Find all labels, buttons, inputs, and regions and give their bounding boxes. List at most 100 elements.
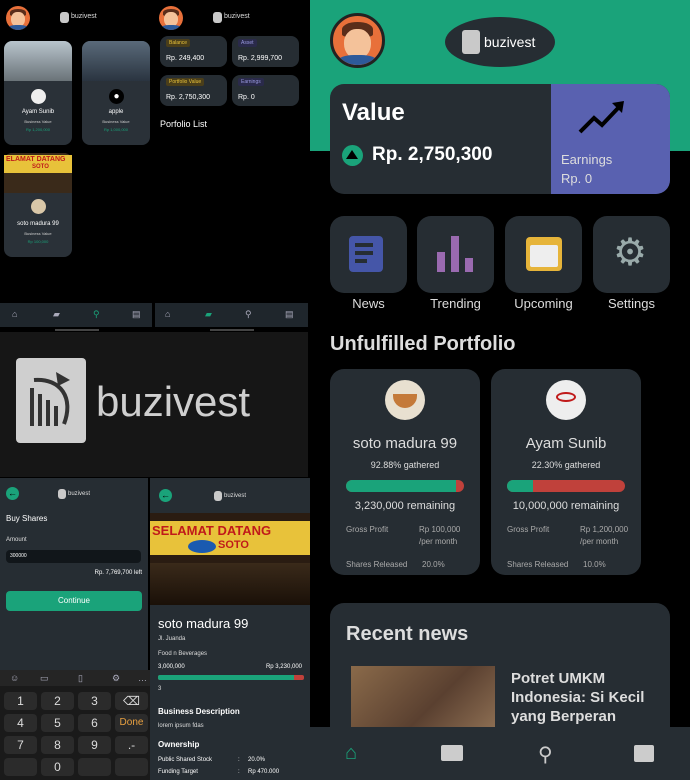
tile-value: Rp. 2,999,700 [238, 55, 282, 62]
menu-upcoming[interactable] [505, 216, 582, 293]
portfolio-card-ayam-sunib[interactable]: Ayam Sunib 22.30% gathered 10,000,000 re… [491, 369, 641, 575]
gross-profit-value: Rp 100,000 [419, 525, 461, 534]
business-value: Rp 1,200,000 [25, 127, 51, 132]
home-icon[interactable]: ⌂ [12, 309, 17, 319]
keyboard-key[interactable]: 4 [4, 714, 37, 732]
business-category: Food n Beverages [158, 651, 208, 657]
business-card-soto-madura[interactable]: ELAMAT DATANG SOTO soto madura 99 Busine… [4, 153, 72, 257]
keyboard-key[interactable]: 9 [78, 736, 111, 754]
clipboard-icon[interactable]: ▯ [78, 673, 83, 684]
keyboard-key[interactable]: 3 [78, 692, 111, 710]
description-text: lorem ipsum fdas [158, 723, 204, 729]
search-icon[interactable]: ⚲ [93, 309, 100, 320]
bottom-nav-small-2: ⌂ ▰ ⚲ ▤ [155, 303, 308, 331]
menu-label: Trending [430, 296, 481, 311]
sign-text: SELAMAT DATANG [152, 523, 272, 538]
menu-news[interactable] [330, 216, 407, 293]
more-icon[interactable]: … [138, 673, 147, 683]
value-title: Value [342, 99, 405, 126]
chat-icon[interactable] [634, 745, 654, 762]
earnings-label: Earnings [561, 152, 613, 167]
business-value: Rp 100,000 [27, 239, 49, 244]
value-amount: Rp. 2,750,300 [372, 144, 493, 165]
keyboard-key[interactable]: 2 [41, 692, 74, 710]
chat-icon[interactable]: ▤ [132, 309, 141, 320]
balance-tile: Balance Rp. 249,400 [160, 36, 227, 67]
keyboard-key[interactable]: 0 [41, 758, 74, 776]
tile-value: Rp. 2,750,300 [166, 94, 210, 101]
keyboard-key[interactable]: 1 [4, 692, 37, 710]
trending-up-icon [578, 101, 624, 134]
keyboard-key[interactable] [78, 758, 111, 776]
brand-logo-icon [58, 489, 66, 499]
business-logo [546, 380, 586, 420]
keyboard-key[interactable]: 5 [41, 714, 74, 732]
news-icon [349, 236, 383, 272]
shares-released-value: 20.0% [422, 560, 445, 569]
keyboard-key[interactable]: 6 [78, 714, 111, 732]
news-nav-icon[interactable] [441, 745, 463, 761]
menu-label: News [352, 296, 385, 311]
search-icon[interactable]: ⚲ [538, 742, 553, 767]
business-photo: ELAMAT DATANG SOTO [4, 153, 72, 193]
description-title: Business Description [158, 707, 240, 716]
keyboard-key[interactable]: 7 [4, 736, 37, 754]
chat-icon[interactable]: ▤ [285, 309, 294, 320]
portfolio-gathered: 92.88% gathered [370, 460, 440, 470]
brand-name: buzivest [68, 491, 91, 497]
news-icon[interactable]: ▰ [205, 309, 212, 320]
keyboard-key[interactable]: 8 [41, 736, 74, 754]
amount-input[interactable]: 300000 [6, 550, 141, 563]
settings-icon[interactable]: ⚙ [112, 673, 120, 684]
done-key[interactable]: Done [115, 714, 148, 732]
back-arrow-icon[interactable]: ← [6, 487, 19, 500]
business-name: soto madura 99 [158, 616, 249, 631]
earnings-panel[interactable]: Earnings Rp. 0 [551, 84, 670, 194]
keyboard-key[interactable] [115, 758, 148, 776]
avatar[interactable] [159, 6, 183, 30]
business-photo: SELAMAT DATANG SOTO [150, 513, 310, 605]
news-icon[interactable]: ▰ [53, 309, 60, 320]
news-headline[interactable]: Potret UMKM Indonesia: Si Kecil yang Ber… [511, 669, 661, 726]
sign-text: ELAMAT DATANG [6, 156, 66, 163]
portfolio-screen-small: buzivest Balance Rp. 249,400 Asset Rp. 2… [155, 0, 308, 300]
gross-profit-label: Gross Profit [507, 525, 550, 534]
avatar[interactable] [330, 13, 385, 68]
business-value-label: Business Value [24, 119, 52, 124]
home-icon[interactable]: ⌂ [165, 309, 170, 319]
portfolio-gathered: 22.30% gathered [531, 460, 601, 470]
gross-profit-period: /per month [419, 537, 458, 546]
back-arrow-icon[interactable]: ← [159, 489, 172, 502]
keyboard-key[interactable] [4, 758, 37, 776]
business-name: apple [108, 109, 124, 115]
continue-button[interactable]: Continue [6, 591, 142, 611]
shares-released-label: Shares Released [507, 560, 569, 569]
business-card-apple[interactable]: ● apple Business Value Rp 1,000,000 [82, 41, 150, 145]
business-card-ayam-sunib[interactable]: Ayam Sunib Business Value Rp 1,200,000 [4, 41, 72, 145]
emoji-icon[interactable]: ☺ [10, 673, 19, 683]
brand-badge: buzivest [445, 17, 555, 67]
keyboard-key[interactable]: .- [115, 736, 148, 754]
menu-settings[interactable]: ⚙ [593, 216, 670, 293]
sign-soto: SOTO [218, 539, 249, 551]
tile-label: Asset [238, 39, 257, 47]
portfolio-card-soto-madura[interactable]: soto madura 99 92.88% gathered 3,230,000… [330, 369, 480, 575]
portfolio-name: soto madura 99 [352, 435, 458, 452]
ownership-label: Funding Target [158, 769, 198, 775]
portfolio-name: Ayam Sunib [525, 435, 607, 452]
earnings-value: Rp. 0 [561, 171, 593, 186]
search-icon[interactable]: ⚲ [245, 309, 252, 320]
gif-icon[interactable]: ▭ [40, 673, 49, 684]
avatar[interactable] [6, 6, 30, 30]
brand-logo-icon [16, 358, 86, 443]
business-photo [82, 41, 150, 81]
tile-label: Portfolio Value [166, 78, 205, 86]
home-icon[interactable]: ⌂ [345, 742, 357, 765]
brand-logo-icon [214, 491, 222, 501]
business-name: soto madura 99 [17, 221, 59, 227]
backspace-key[interactable]: ⌫ [115, 692, 148, 710]
recent-news-title: Recent news [346, 623, 469, 645]
menu-trending[interactable] [417, 216, 494, 293]
progress-right: Rp 3,230,000 [265, 664, 302, 670]
value-card[interactable]: Value Rp. 2,750,300 Earnings Rp. 0 [330, 84, 670, 194]
